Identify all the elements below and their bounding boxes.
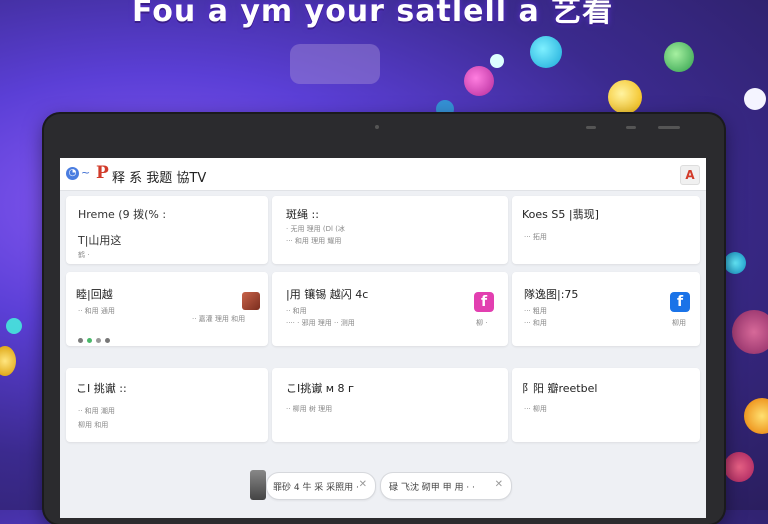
phone-thumbnail xyxy=(250,470,266,500)
pill-label: 罪砂 4 牛 采 采照用 · xyxy=(273,483,359,493)
bg-bubble-white2 xyxy=(744,88,766,110)
card[interactable]: |用 镶锡 越闪 4c ·· 和用 ···· · 邪用 理用 ·· 测用 f 柳… xyxy=(272,272,508,346)
card-title: 阝阳 瓣reetbel xyxy=(522,382,598,395)
bg-bubble-yellow xyxy=(608,80,642,114)
bg-blurred-shape xyxy=(290,44,380,84)
card[interactable]: Hreme (9 拨(% : T|山用这 鹤 · xyxy=(66,196,268,264)
app-corner-icon[interactable]: A xyxy=(680,165,700,185)
status-dots xyxy=(78,328,114,347)
card[interactable]: 斑绳 :: · 无用 理用 (Dl (冰 ··· 和用 理用 耀用 xyxy=(272,196,508,264)
card-title: 睦|回越 xyxy=(76,288,113,301)
card[interactable]: 睦|回越 ·· 和用 通用 ·· 嘉灌 理用 和用 xyxy=(66,272,268,346)
card-title: こI挑谳 ᴍ 8 ᴦ xyxy=(286,382,355,395)
card[interactable]: 阝阳 瓣reetbel ··· 柳用 xyxy=(512,368,700,442)
app-title: 释 系 我题 協TV xyxy=(112,171,207,186)
dot-icon xyxy=(96,338,101,343)
app-logo: P xyxy=(96,163,109,183)
dot-icon xyxy=(105,338,110,343)
card-title: こI 挑谳 :: xyxy=(76,382,127,395)
bg-bubble-rightpink xyxy=(724,452,754,482)
card-subtitle: · 无用 理用 (Dl (冰 xyxy=(286,225,345,233)
card-meta: ·· 嘉灌 理用 和用 xyxy=(192,315,246,323)
camera-icon xyxy=(375,125,379,129)
bg-bubble-leftyellow xyxy=(0,346,16,376)
filter-pill[interactable]: 碌 飞沈 砌甲 甲 用 · · ✕ xyxy=(380,472,512,500)
card-subtitle: ·· 和用 xyxy=(286,307,307,315)
filter-pill[interactable]: 罪砂 4 牛 采 采照用 · ✕ xyxy=(266,472,376,500)
bg-bubble-cyan2 xyxy=(724,252,746,274)
bg-bubble-magenta xyxy=(464,66,494,96)
card-subtitle: T|山用这 xyxy=(78,234,122,247)
app-header: ◔ ~ P 释 系 我题 協TV A xyxy=(60,158,706,191)
close-icon[interactable]: ✕ xyxy=(495,479,503,490)
card-title: 斑绳 :: xyxy=(286,208,319,221)
card-subtitle: ·· 和用 通用 xyxy=(78,307,115,315)
card-subtitle: ··· 柳用 xyxy=(524,405,547,413)
card[interactable]: Koes S5 |翡现] ··· 拓用 xyxy=(512,196,700,264)
card[interactable]: こI挑谳 ᴍ 8 ᴦ ·· 柳用 树 理用 xyxy=(272,368,508,442)
tablet-device: ◔ ~ P 释 系 我题 協TV A Hreme (9 拨(% : T|山用这 … xyxy=(44,114,724,524)
card-title: Hreme (9 拨(% : xyxy=(78,208,167,221)
page-headline: Fou a ym your satlell a 艺看 xyxy=(132,0,614,29)
tablet-screen: ◔ ~ P 释 系 我题 協TV A Hreme (9 拨(% : T|山用这 … xyxy=(60,158,706,518)
card-meta: ··· 和用 理用 耀用 xyxy=(286,237,342,245)
card-title: 隊逸图|:75 xyxy=(524,288,579,301)
bg-bubble-left xyxy=(6,318,22,334)
card[interactable]: こI 挑谳 :: ·· 和用 潮用 柳用 和用 xyxy=(66,368,268,442)
card-meta: ··· 和用 xyxy=(524,319,547,327)
dot-icon xyxy=(78,338,83,343)
bg-bubble-cyan xyxy=(530,36,562,68)
bg-bubble-rightglow xyxy=(732,310,768,354)
card-title: |用 镶锡 越闪 4c xyxy=(286,288,369,301)
card-subtitle: ··· 粗用 xyxy=(524,307,547,315)
sensor-icon xyxy=(626,126,636,129)
sensor-icon xyxy=(658,126,680,129)
card-subtitle: ··· 拓用 xyxy=(524,233,547,241)
pill-label: 碌 飞沈 砌甲 甲 用 · · xyxy=(389,483,475,493)
card-subtitle: ·· 和用 潮用 xyxy=(78,407,115,415)
card[interactable]: 隊逸图|:75 ··· 粗用 ··· 和用 f 柳用 xyxy=(512,272,700,346)
card-subtitle: ·· 柳用 树 理用 xyxy=(286,405,333,413)
badge-caption: 柳 · xyxy=(476,319,488,327)
wave-icon: ~ xyxy=(81,166,91,179)
dot-icon xyxy=(87,338,92,343)
app-icon-pink[interactable]: f xyxy=(474,292,494,312)
tablet-bezel xyxy=(44,114,724,158)
avatar xyxy=(242,292,260,310)
app-icon-blue[interactable]: f xyxy=(670,292,690,312)
logo-icon[interactable]: ◔ xyxy=(66,167,79,180)
badge-caption: 柳用 xyxy=(672,319,686,327)
card-meta: 鹤 · xyxy=(78,251,90,259)
sensor-icon xyxy=(586,126,596,129)
close-icon[interactable]: ✕ xyxy=(359,479,367,490)
bg-bubble-green xyxy=(664,42,694,72)
bg-bubble-rightorange xyxy=(744,398,768,434)
bg-bubble-white xyxy=(490,54,504,68)
card-meta: ···· · 邪用 理用 ·· 测用 xyxy=(286,319,355,327)
card-title: Koes S5 |翡现] xyxy=(522,208,599,221)
card-meta: 柳用 和用 xyxy=(78,421,109,429)
